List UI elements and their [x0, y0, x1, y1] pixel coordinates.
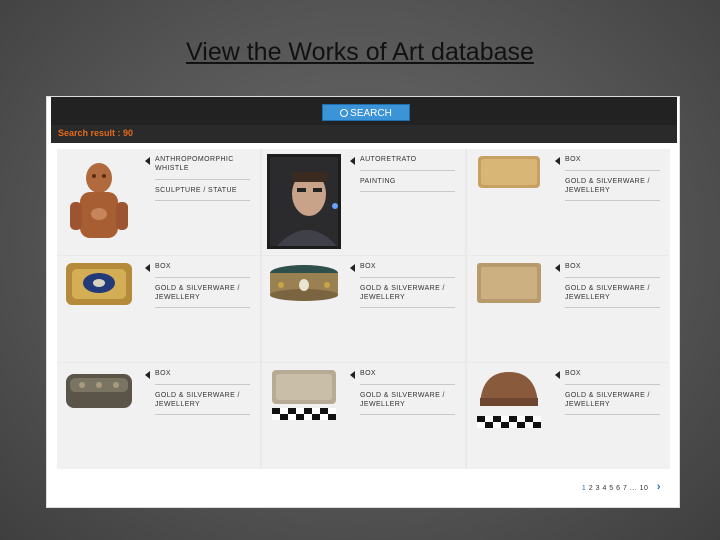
result-card[interactable]: BOX GOLD & SILVERWARE / JEWELLERY [57, 256, 260, 362]
item-title[interactable]: BOX [565, 369, 665, 378]
thumbnail-autoretrato[interactable] [267, 154, 341, 249]
arrow-left-icon [555, 371, 560, 379]
results-grid: ANTHROPOMORPHIC WHISTLE SCULPTURE / STAT… [57, 149, 670, 469]
item-category[interactable]: GOLD & SILVERWARE / JEWELLERY [565, 284, 665, 302]
search-button[interactable]: SEARCH [322, 104, 410, 121]
card-info: BOX GOLD & SILVERWARE / JEWELLERY [145, 262, 255, 308]
item-title[interactable]: BOX [565, 155, 665, 164]
result-card[interactable]: BOX GOLD & SILVERWARE / JEWELLERY [262, 363, 465, 469]
pagination: 1 2 3 4 5 6 7 ... 10 › [582, 481, 661, 493]
thumbnail-box[interactable] [62, 261, 136, 356]
thumbnail-whistle[interactable] [62, 154, 136, 249]
card-info: BOX GOLD & SILVERWARE / JEWELLERY [555, 262, 665, 308]
page-links[interactable]: 2 3 4 5 6 7 ... 10 [589, 485, 649, 492]
thumbnail-box[interactable] [472, 154, 546, 249]
item-title[interactable]: BOX [360, 369, 460, 378]
item-category[interactable]: GOLD & SILVERWARE / JEWELLERY [155, 391, 255, 409]
card-info: ANTHROPOMORPHIC WHISTLE SCULPTURE / STAT… [145, 155, 255, 201]
card-info: BOX GOLD & SILVERWARE / JEWELLERY [350, 262, 460, 308]
item-category[interactable]: PAINTING [360, 177, 460, 186]
arrow-left-icon [555, 157, 560, 165]
card-info: AUTORETRATO PAINTING [350, 155, 460, 192]
item-category[interactable]: SCULPTURE / STATUE [155, 186, 255, 195]
search-button-label: SEARCH [350, 108, 392, 119]
search-icon [340, 109, 349, 117]
slide-title: View the Works of Art database [186, 38, 534, 66]
item-category[interactable]: GOLD & SILVERWARE / JEWELLERY [565, 391, 665, 409]
result-card[interactable]: BOX GOLD & SILVERWARE / JEWELLERY [57, 363, 260, 469]
thumbnail-box[interactable] [267, 261, 341, 356]
card-info: BOX GOLD & SILVERWARE / JEWELLERY [555, 155, 665, 201]
search-result-count: Search result : 90 [58, 128, 134, 138]
result-card[interactable]: BOX GOLD & SILVERWARE / JEWELLERY [467, 149, 670, 255]
chevron-right-icon[interactable]: › [657, 481, 661, 493]
arrow-left-icon [555, 264, 560, 272]
item-category[interactable]: GOLD & SILVERWARE / JEWELLERY [360, 284, 460, 302]
arrow-left-icon [350, 157, 355, 165]
thumbnail-box[interactable] [472, 261, 546, 356]
result-card[interactable]: BOX GOLD & SILVERWARE / JEWELLERY [467, 256, 670, 362]
result-card[interactable]: BOX GOLD & SILVERWARE / JEWELLERY [467, 363, 670, 469]
item-title[interactable]: BOX [360, 262, 460, 271]
arrow-left-icon [350, 371, 355, 379]
database-window: SEARCH Search result : 90 ANTHROPOMORPHI… [46, 96, 680, 508]
top-bar: SEARCH [51, 97, 677, 125]
result-card[interactable]: AUTORETRATO PAINTING [262, 149, 465, 255]
card-info: BOX GOLD & SILVERWARE / JEWELLERY [555, 369, 665, 415]
arrow-left-icon [145, 371, 150, 379]
card-info: BOX GOLD & SILVERWARE / JEWELLERY [350, 369, 460, 415]
item-title[interactable]: ANTHROPOMORPHIC WHISTLE [155, 155, 255, 173]
result-card[interactable]: BOX GOLD & SILVERWARE / JEWELLERY [262, 256, 465, 362]
thumbnail-box[interactable] [267, 368, 341, 463]
card-info: BOX GOLD & SILVERWARE / JEWELLERY [145, 369, 255, 415]
item-category[interactable]: GOLD & SILVERWARE / JEWELLERY [565, 177, 665, 195]
page-1-link[interactable]: 1 [582, 485, 586, 492]
result-bar: Search result : 90 [51, 125, 677, 143]
thumbnail-box[interactable] [472, 368, 546, 463]
item-title[interactable]: BOX [155, 369, 255, 378]
item-title[interactable]: AUTORETRATO [360, 155, 460, 164]
item-title[interactable]: BOX [155, 262, 255, 271]
thumbnail-box[interactable] [62, 368, 136, 463]
arrow-left-icon [145, 157, 150, 165]
item-category[interactable]: GOLD & SILVERWARE / JEWELLERY [155, 284, 255, 302]
item-title[interactable]: BOX [565, 262, 665, 271]
arrow-left-icon [145, 264, 150, 272]
arrow-left-icon [350, 264, 355, 272]
item-category[interactable]: GOLD & SILVERWARE / JEWELLERY [360, 391, 460, 409]
result-card[interactable]: ANTHROPOMORPHIC WHISTLE SCULPTURE / STAT… [57, 149, 260, 255]
